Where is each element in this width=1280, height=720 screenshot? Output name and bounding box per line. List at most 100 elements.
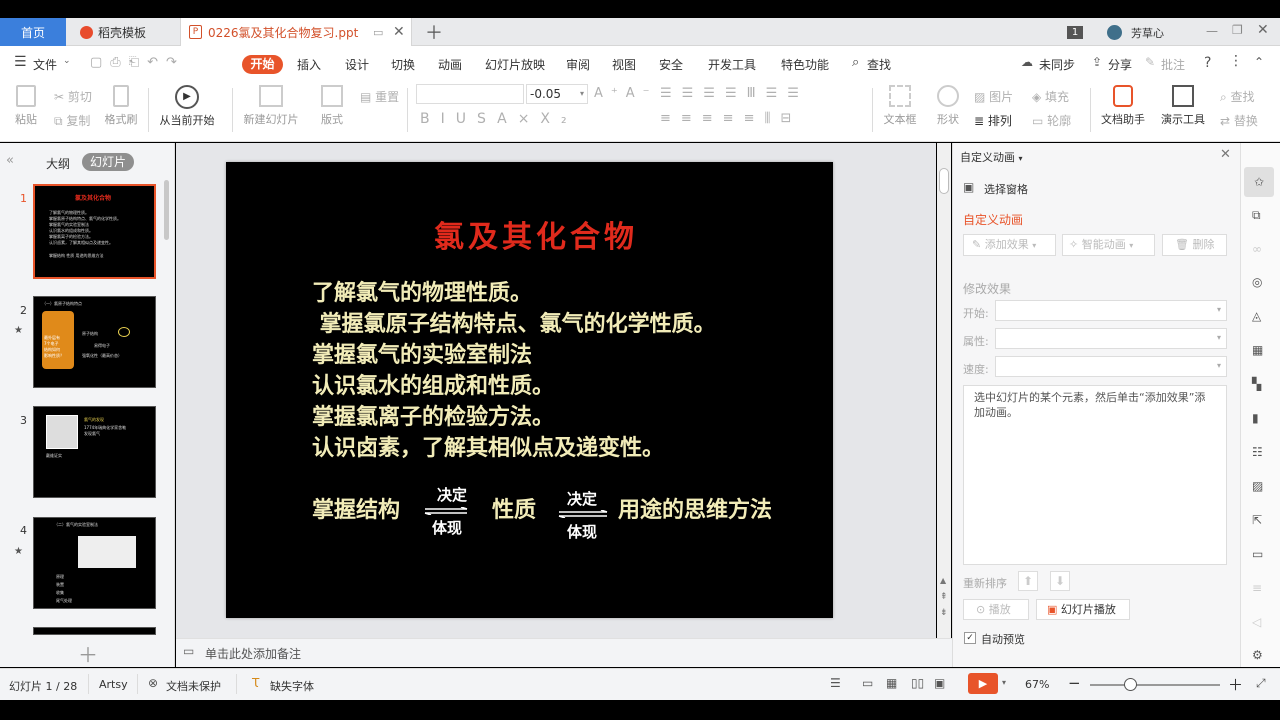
- slide-bottom-part1[interactable]: 掌握结构: [312, 492, 400, 524]
- slide-line-3[interactable]: 掌握氯气的实验室制法: [312, 337, 532, 369]
- slideshow-button[interactable]: ▣ 幻灯片播放: [1036, 599, 1130, 620]
- tab-design[interactable]: 设计: [345, 56, 369, 72]
- slide-bottom-part2[interactable]: 性质: [492, 492, 536, 524]
- help-icon[interactable]: ?: [1204, 55, 1211, 71]
- selection-pane-button[interactable]: 选择窗格: [984, 181, 1028, 197]
- tab-transition[interactable]: 切换: [391, 56, 415, 72]
- list-icons[interactable]: ☰☰☰☰Ⅲ☰☰: [660, 86, 809, 101]
- fill-button[interactable]: ◈ 填充: [1032, 88, 1069, 105]
- add-effect-button[interactable]: ✎ 添加效果 ▾: [963, 234, 1056, 256]
- slide-thumbnail-3[interactable]: 氯气的发现 1774年瑞典化学家舍勒 发现氯气 戴维证实: [33, 406, 156, 498]
- sound-icon[interactable]: ◁: [1252, 615, 1261, 629]
- tab-template[interactable]: 稻壳模板: [68, 18, 178, 46]
- tab-view[interactable]: 视图: [612, 56, 636, 72]
- tab-count-badge[interactable]: 1: [1067, 26, 1083, 39]
- window-icon[interactable]: ▭: [1252, 547, 1263, 561]
- notes-placeholder[interactable]: 单击此处添加备注: [205, 645, 301, 662]
- file-menu-chevron-icon[interactable]: ⌄: [63, 56, 71, 66]
- zoom-out-button[interactable]: −: [1068, 674, 1081, 692]
- collapse-left-panel-icon[interactable]: «: [6, 153, 14, 168]
- next-slide-icon[interactable]: ⇟: [940, 608, 948, 618]
- tab-developer[interactable]: 开发工具: [708, 56, 756, 72]
- auto-preview-checkbox[interactable]: ✓: [964, 632, 976, 644]
- tab-security[interactable]: 安全: [659, 56, 683, 72]
- shape-button[interactable]: 形状: [930, 85, 966, 127]
- slide-title[interactable]: 氯及其化合物: [226, 212, 846, 256]
- left-panel-scrollbar[interactable]: [164, 180, 169, 240]
- outline-button[interactable]: ▭ 轮廓: [1032, 112, 1071, 129]
- slide-line-5[interactable]: 掌握氯离子的检验方法。: [312, 399, 554, 431]
- fit-window-icon[interactable]: ⤢: [1256, 676, 1266, 691]
- tab-document[interactable]: P 0226氯及其化合物复习.ppt ▭ ✕: [180, 18, 412, 46]
- slide-thumbnail-5[interactable]: [33, 627, 156, 635]
- zoom-level[interactable]: 67%: [1025, 678, 1049, 691]
- presentation-tools-button[interactable]: 演示工具: [1154, 85, 1212, 127]
- panel-header[interactable]: 自定义动画 ▾: [960, 149, 1023, 165]
- replace-button[interactable]: ⇄ 替换: [1220, 112, 1258, 129]
- minimize-icon[interactable]: —: [1206, 24, 1218, 38]
- font-name-field[interactable]: [416, 84, 524, 104]
- more-icon[interactable]: ⋮: [1229, 53, 1243, 69]
- tab-animation[interactable]: 动画: [438, 56, 462, 72]
- scroll-up-icon[interactable]: ▲: [940, 576, 946, 585]
- prev-slide-icon[interactable]: ⇞: [940, 592, 948, 602]
- move-up-button[interactable]: ⬆: [1018, 571, 1038, 591]
- tab-features[interactable]: 特色功能: [781, 56, 829, 72]
- canvas-scroll-thumb[interactable]: [939, 168, 949, 194]
- tab-review[interactable]: 审阅: [566, 56, 590, 72]
- doc-assistant-button[interactable]: 文档助手: [1098, 85, 1148, 127]
- loop-icon[interactable]: ∞: [1252, 242, 1262, 256]
- notes-toggle-icon[interactable]: ☰: [830, 676, 841, 690]
- tab-start[interactable]: 开始: [242, 55, 283, 74]
- slide-thumbnail-1[interactable]: 氯及其化合物 了解氯气的物理性质。 掌握氯原子结构特点、氯气的化学性质。 掌握氯…: [33, 184, 156, 279]
- share-button[interactable]: 分享: [1108, 56, 1132, 72]
- pin-icon[interactable]: ▭: [373, 26, 383, 39]
- new-slide-button[interactable]: 新建幻灯片: [240, 85, 302, 127]
- layout-button[interactable]: 版式: [314, 85, 350, 127]
- font-grow-shrink-icons[interactable]: A⁺A⁻: [594, 86, 658, 101]
- normal-view-icon[interactable]: ▭: [862, 676, 873, 690]
- search-icon[interactable]: ⌕: [852, 55, 859, 70]
- auto-preview-label[interactable]: 自动预览: [981, 631, 1025, 647]
- reading-view-icon[interactable]: ▯▯: [911, 676, 924, 690]
- slide-line-2[interactable]: 掌握氯原子结构特点、氯气的化学性质。: [312, 306, 716, 338]
- image-tool-icon[interactable]: ▨: [1252, 479, 1263, 493]
- zoom-slider-thumb[interactable]: [1124, 678, 1137, 691]
- tab-slideshow[interactable]: 幻灯片放映: [485, 56, 545, 72]
- transition-icon[interactable]: ⧉: [1252, 208, 1261, 223]
- find-button[interactable]: ⌕ 查找: [1220, 88, 1255, 105]
- text-icon[interactable]: ≡: [1252, 581, 1262, 595]
- collapse-ribbon-icon[interactable]: ⌃: [1254, 55, 1264, 69]
- location-icon[interactable]: ◎: [1252, 275, 1262, 289]
- move-down-button[interactable]: ⬇: [1050, 571, 1070, 591]
- slide-line-1[interactable]: 了解氯气的物理性质。: [312, 275, 532, 307]
- cut-button[interactable]: ✂ 剪切: [54, 88, 92, 105]
- paste-button[interactable]: 粘贴: [10, 85, 42, 127]
- restore-icon[interactable]: ❐: [1232, 23, 1243, 37]
- user-name[interactable]: 芳草心: [1131, 25, 1164, 41]
- chart-icon[interactable]: ▮: [1252, 411, 1259, 425]
- panel-settings-icon[interactable]: ⚙: [1252, 648, 1263, 662]
- slide-bottom-part3[interactable]: 用途的思维方法: [618, 492, 772, 524]
- start-select[interactable]: ▾: [995, 300, 1227, 321]
- presenter-view-icon[interactable]: ▣: [934, 676, 945, 690]
- copy-button[interactable]: ⧉ 复制: [54, 112, 90, 129]
- outline-tab[interactable]: 大纲: [46, 155, 70, 172]
- sorter-view-icon[interactable]: ▦: [886, 676, 897, 690]
- file-menu[interactable]: 文件: [33, 56, 57, 72]
- from-current-button[interactable]: ▶ 从当前开始: [154, 85, 220, 128]
- comment-button[interactable]: 批注: [1161, 56, 1185, 72]
- image-button[interactable]: ▨ 图片: [974, 88, 1013, 105]
- canvas-scrollbar[interactable]: [937, 143, 951, 638]
- close-window-icon[interactable]: ✕: [1257, 22, 1269, 38]
- protection-status[interactable]: 文档未保护: [166, 678, 221, 694]
- slide-canvas[interactable]: 氯及其化合物 了解氯气的物理性质。 掌握氯原子结构特点、氯气的化学性质。 掌握氯…: [226, 162, 833, 618]
- sync-status[interactable]: 未同步: [1039, 56, 1075, 72]
- font-size-field[interactable]: -0.05 ▾: [526, 84, 588, 104]
- chevron-down-icon[interactable]: ▾: [1002, 678, 1006, 687]
- sliders-icon[interactable]: ☷: [1252, 445, 1263, 459]
- format-painter-button[interactable]: 格式刷: [102, 85, 140, 127]
- smart-animation-button[interactable]: ✧ 智能动画 ▾: [1062, 234, 1155, 256]
- search-button[interactable]: 查找: [867, 56, 891, 72]
- hamburger-icon[interactable]: ☰: [14, 54, 27, 70]
